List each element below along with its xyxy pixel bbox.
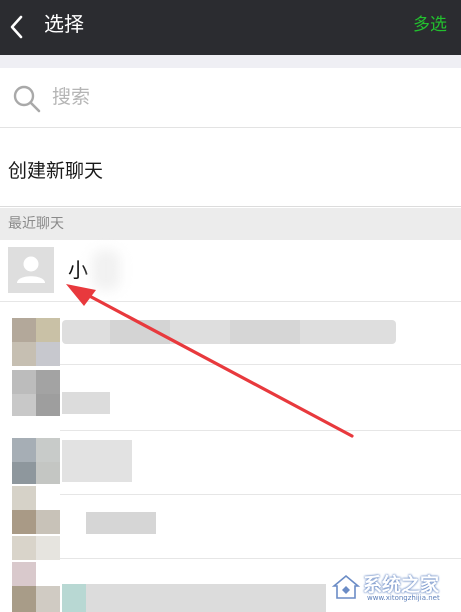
- annotation-arrow: [66, 284, 354, 438]
- watermark-text: 系统之家: [363, 574, 440, 596]
- watermark-url: www.xitongzhijia.net: [367, 594, 440, 602]
- watermark: 系统之家 www.xitongzhijia.net: [331, 572, 453, 602]
- watermark-logo-icon: [331, 574, 361, 599]
